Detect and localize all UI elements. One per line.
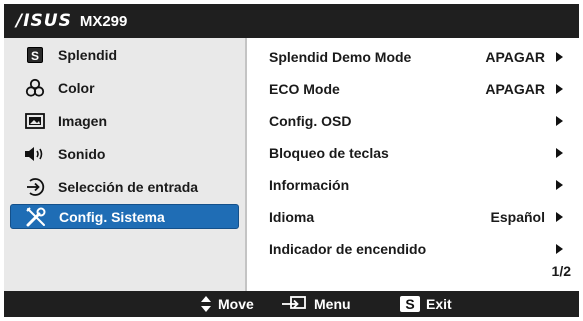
chevron-right-icon: [556, 212, 563, 222]
sidebar-item-system-setup[interactable]: Config. Sistema: [10, 204, 239, 229]
setting-label: Config. OSD: [269, 113, 352, 129]
settings-list: Splendid Demo Mode APAGAR ECO Mode APAGA…: [247, 38, 579, 291]
exit-hint: S Exit: [400, 296, 452, 312]
sidebar-item-splendid[interactable]: S Splendid: [10, 42, 239, 67]
setting-value: Español: [490, 209, 545, 225]
setting-label: Bloqueo de teclas: [269, 145, 389, 161]
sidebar-item-label: Sonido: [58, 145, 106, 162]
setting-row-power-indicator[interactable]: Indicador de encendido: [269, 238, 579, 260]
enter-icon: [280, 295, 308, 313]
sidebar-item-label: Splendid: [58, 46, 118, 63]
osd-menu: /ISUS MX299 S Splendid Color Imagen Soni…: [0, 0, 583, 321]
title-bar: /ISUS MX299: [4, 4, 579, 38]
menu-hint: Menu: [280, 295, 351, 313]
brand-logo: /ISUS: [16, 11, 72, 31]
chevron-right-icon: [556, 244, 563, 254]
sidebar-item-sonido[interactable]: Sonido: [10, 141, 239, 166]
setting-value: APAGAR: [485, 81, 545, 97]
image-icon: [24, 111, 46, 131]
setting-value: APAGAR: [485, 49, 545, 65]
footer-bar: Move Menu S Exit: [4, 291, 579, 317]
setting-label: Splendid Demo Mode: [269, 49, 412, 65]
menu-label: Menu: [314, 296, 351, 312]
setting-label: Información: [269, 177, 350, 193]
setting-row-language[interactable]: Idioma Español: [269, 206, 579, 228]
setting-label: ECO Mode: [269, 81, 340, 97]
setting-row-key-lock[interactable]: Bloqueo de teclas: [269, 142, 579, 164]
sidebar-item-label: Imagen: [58, 112, 108, 129]
sidebar-item-input-select[interactable]: Selección de entrada: [10, 174, 239, 199]
speaker-icon: [24, 144, 46, 164]
sidebar-item-color[interactable]: Color: [10, 75, 239, 100]
menu-panel: S Splendid Color Imagen Sonido Selección…: [4, 38, 579, 291]
setting-label: Indicador de encendido: [269, 241, 427, 257]
tools-icon: [25, 206, 47, 227]
chevron-right-icon: [556, 180, 563, 190]
chevron-right-icon: [556, 84, 563, 94]
splendid-s-icon: S: [24, 45, 46, 65]
chevron-right-icon: [556, 148, 563, 158]
model-name: MX299: [79, 12, 128, 30]
exit-label: Exit: [426, 296, 452, 312]
move-hint: Move: [200, 295, 254, 313]
chevron-right-icon: [556, 52, 563, 62]
setting-row-osd-setup[interactable]: Config. OSD: [269, 110, 579, 132]
setting-row-eco-mode[interactable]: ECO Mode APAGAR: [269, 78, 579, 100]
move-label: Move: [218, 296, 254, 312]
setting-row-splendid-demo-mode[interactable]: Splendid Demo Mode APAGAR: [269, 46, 579, 68]
page-indicator: 1/2: [551, 263, 571, 279]
sidebar-item-label: Selección de entrada: [58, 178, 199, 195]
color-circles-icon: [24, 78, 46, 98]
chevron-right-icon: [556, 116, 563, 126]
sidebar-item-imagen[interactable]: Imagen: [10, 108, 239, 133]
input-arrow-icon: [24, 177, 46, 197]
up-down-arrows-icon: [200, 295, 212, 313]
exit-key-icon: S: [400, 296, 420, 312]
sidebar-item-label: Color: [58, 79, 95, 96]
setting-row-information[interactable]: Información: [269, 174, 579, 196]
sidebar-item-label: Config. Sistema: [59, 208, 165, 225]
setting-label: Idioma: [269, 209, 315, 225]
sidebar: S Splendid Color Imagen Sonido Selección…: [4, 38, 245, 291]
